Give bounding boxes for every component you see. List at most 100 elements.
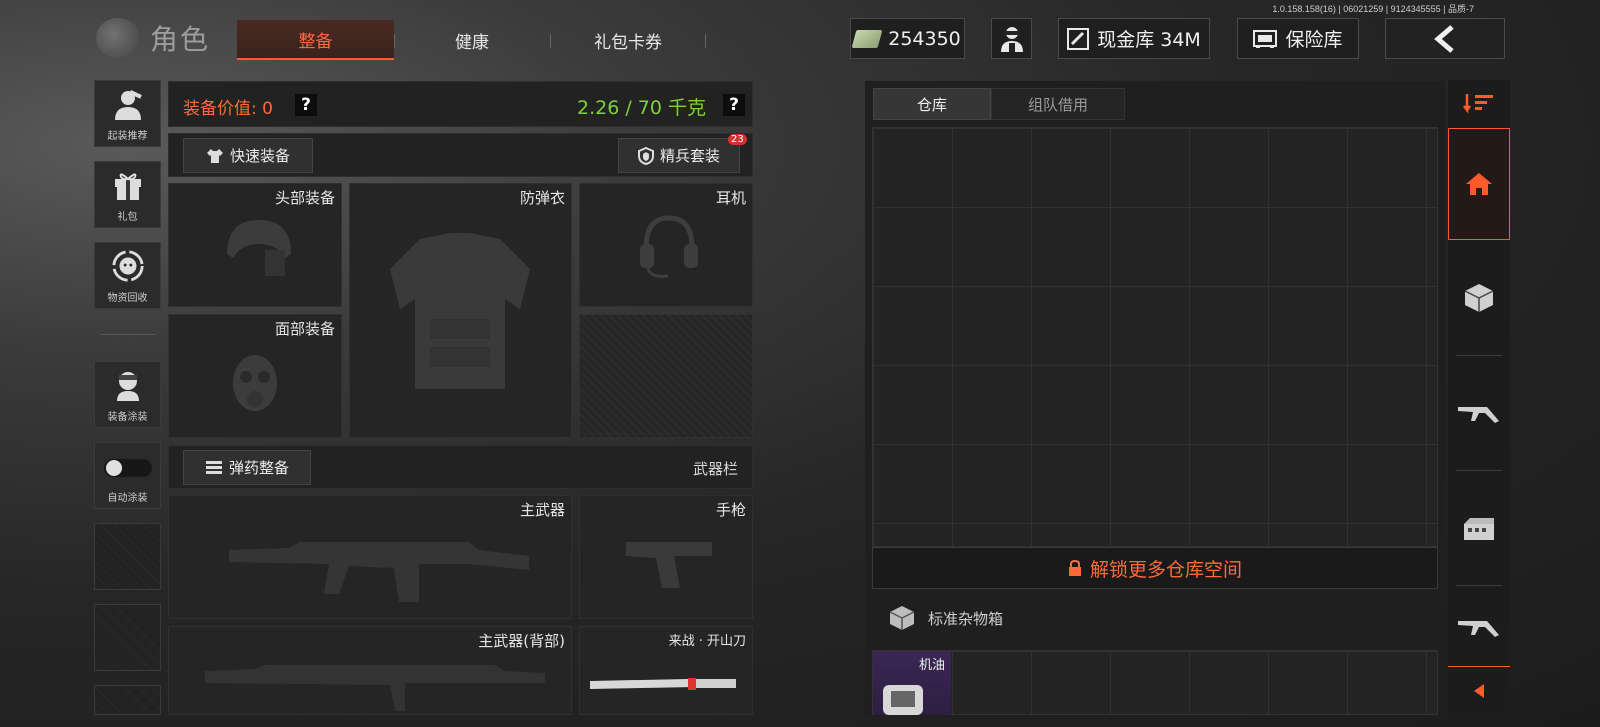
home-icon (1466, 173, 1492, 195)
version-info: 1.0.158.158(16) | 06021259 | 9124345555 … (1272, 4, 1474, 14)
rail-auto-paint[interactable]: 自动涂装 (94, 442, 161, 509)
sidebar-divider (1456, 355, 1502, 356)
rail-gift[interactable]: 礼包 (94, 161, 161, 228)
page-title: 角色 (150, 23, 211, 56)
rifle-icon (1458, 407, 1499, 423)
rail-label: 装备涂装 (107, 412, 148, 423)
armor-slot-label: 防弹衣 (519, 189, 565, 207)
value-help-icon[interactable]: ? (295, 94, 317, 116)
cash-vault-label: 现金库 34M (1097, 29, 1201, 51)
unlock-storage-label: 解锁更多仓库空间 (1089, 558, 1242, 581)
ammo-prep-button[interactable]: 弹药整备 (183, 450, 311, 485)
back-button[interactable] (1385, 18, 1505, 59)
item-oil[interactable]: 机油 (873, 651, 951, 715)
safe-box-button[interactable]: 保险库 (1237, 18, 1359, 59)
currency-chip[interactable]: 254350 (850, 18, 965, 59)
elite-set-label: 精兵套装 (659, 147, 720, 165)
empty-gear-slot (579, 314, 753, 438)
lock-icon (1068, 560, 1081, 576)
storage-box-header: 标准杂物箱 (888, 604, 1003, 632)
equipment-summary-bar: 装备价值: 0 ? 2.26 / 70 千克 ? (168, 81, 753, 127)
headset-icon (640, 215, 698, 278)
primary-weapon-label: 主武器 (519, 501, 565, 519)
unlock-storage-button[interactable]: 解锁更多仓库空间 (872, 547, 1438, 589)
rail-empty-slot (94, 604, 161, 671)
head-slot[interactable]: 头部装备 (168, 183, 342, 307)
quick-equip-button[interactable]: 快速装备 (183, 138, 313, 173)
rail-label: 礼包 (117, 212, 138, 223)
rail-empty-slot (94, 685, 161, 715)
category-rifle[interactable] (1448, 360, 1510, 468)
tab-divider (394, 34, 395, 48)
rail-label: 自动涂装 (107, 493, 148, 504)
sidebar-divider (1456, 470, 1502, 471)
chevron-left-icon (1434, 24, 1454, 53)
rail-paint[interactable]: 装备涂装 (94, 361, 161, 428)
rail-empty-slot (94, 523, 161, 590)
headset-slot-label: 耳机 (715, 189, 746, 207)
tab-gift-coupons[interactable]: 礼包卡券 (552, 20, 704, 60)
elite-count-badge: 23 (728, 134, 747, 145)
page-header: 角色 (96, 18, 210, 58)
armor-slot[interactable]: 防弹衣 (349, 183, 572, 438)
elite-set-button[interactable]: 精兵套装 (618, 138, 740, 173)
face-slot[interactable]: 面部装备 (168, 314, 342, 438)
caret-left-icon (1474, 683, 1484, 698)
storage-category-sidebar (1448, 80, 1510, 715)
currency-amount: 254350 (888, 27, 961, 50)
category-weapon-2[interactable] (1448, 590, 1510, 666)
storage-box-label: 标准杂物箱 (928, 609, 1004, 628)
armored-soldier-icon (111, 87, 145, 121)
face-slot-label: 面部装备 (274, 320, 335, 338)
body-armor-icon (390, 233, 530, 389)
headset-slot[interactable]: 耳机 (579, 183, 753, 307)
weapon-bar-label: 武器栏 (692, 460, 738, 478)
rail-divider (100, 334, 156, 335)
pistol-slot[interactable]: 手枪 (579, 495, 753, 619)
ammo-box-icon (1464, 518, 1494, 540)
weight-readout: 2.26 / 70 千克 (577, 97, 707, 119)
collapse-sidebar-button[interactable] (1448, 666, 1510, 714)
agent-icon (1000, 26, 1023, 52)
back-weapon-label: 主武器(背部) (478, 632, 565, 650)
vault-icon (1067, 27, 1090, 50)
support-button[interactable] (991, 18, 1032, 59)
oil-can-icon (883, 685, 923, 715)
auto-paint-toggle[interactable] (103, 459, 152, 477)
weapon-bar-header: 弹药整备 武器栏 (168, 445, 753, 489)
back-weapon-slot[interactable]: 主武器(背部) (168, 626, 572, 715)
gas-mask-icon (233, 355, 277, 411)
melee-slot[interactable]: 来战 · 开山刀 (579, 626, 753, 715)
pistol-icon (626, 542, 712, 588)
rifle-icon (1458, 621, 1499, 637)
primary-weapon-slot[interactable]: 主武器 (168, 495, 572, 619)
warehouse-grid[interactable] (872, 127, 1438, 547)
cash-vault-button[interactable]: 现金库 34M (1058, 18, 1210, 59)
tab-team-borrow[interactable]: 组队借用 (991, 88, 1125, 120)
weight-help-icon[interactable]: ? (723, 94, 745, 116)
box-grid[interactable] (872, 650, 1438, 715)
crate-icon (1464, 283, 1494, 312)
soldier-paint-icon (111, 368, 145, 402)
rifle-icon (229, 542, 529, 602)
quick-equip-label: 快速装备 (229, 147, 290, 165)
tab-divider (550, 34, 551, 48)
sort-button[interactable] (1448, 80, 1510, 126)
ammo-prep-label: 弹药整备 (228, 459, 289, 477)
rail-loadout-recommend[interactable]: 起装推荐 (94, 80, 161, 147)
rail-label: 物资回收 (107, 293, 148, 304)
tab-divider (705, 34, 706, 48)
category-ammo-box[interactable] (1448, 475, 1510, 583)
recycle-icon (111, 249, 145, 283)
head-slot-label: 头部装备 (274, 189, 335, 207)
tab-warehouse[interactable]: 仓库 (873, 88, 991, 120)
tab-equip[interactable]: 整备 (237, 20, 394, 60)
rail-recycle[interactable]: 物资回收 (94, 242, 161, 309)
gift-icon (111, 168, 145, 202)
melee-slot-label: 来战 · 开山刀 (668, 634, 746, 649)
tab-health[interactable]: 健康 (396, 20, 548, 60)
equipment-value: 装备价值: 0 (183, 99, 273, 119)
money-icon (851, 29, 883, 48)
category-home[interactable] (1448, 128, 1510, 240)
category-crate[interactable] (1448, 245, 1510, 350)
